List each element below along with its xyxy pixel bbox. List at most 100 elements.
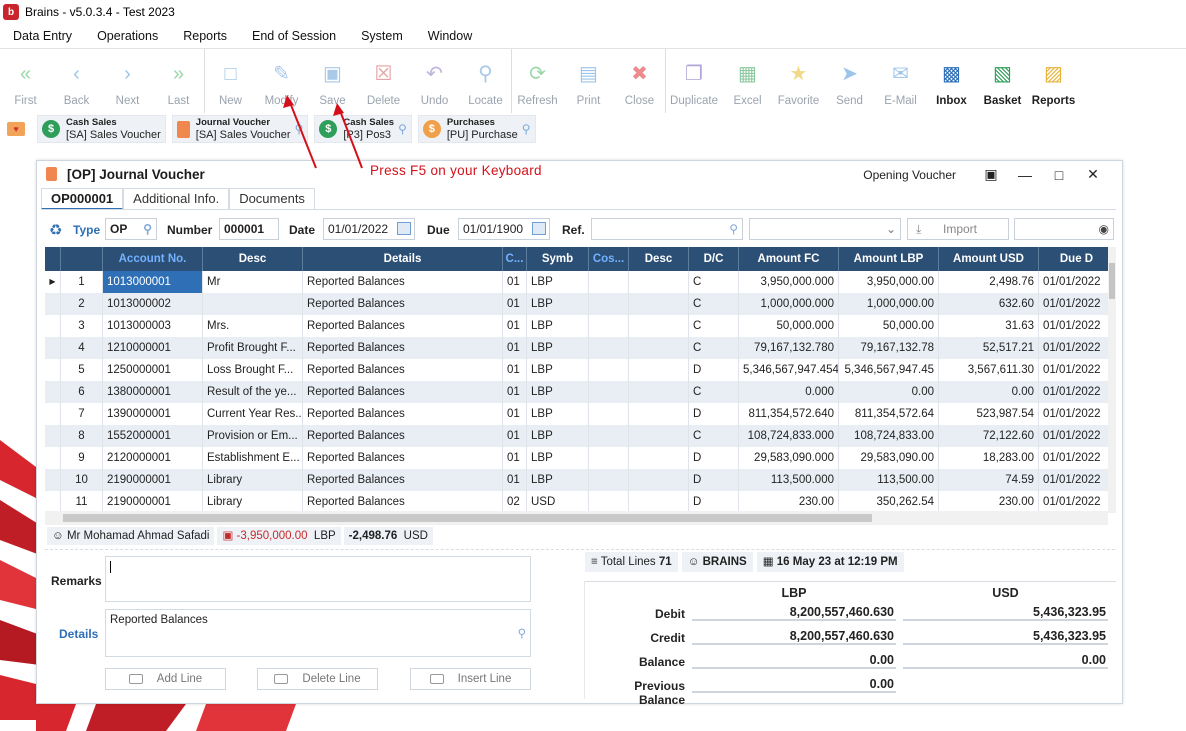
cell-symbol[interactable]: USD <box>527 491 589 513</box>
cell-cost-center[interactable] <box>589 359 629 381</box>
insert-line-button[interactable]: Insert Line <box>410 668 531 690</box>
cell-desc-2[interactable] <box>629 469 689 491</box>
cell-debit-credit[interactable]: C <box>689 293 739 315</box>
cell-currency-code[interactable]: 02 <box>503 491 527 513</box>
next-button[interactable]: › Next <box>102 63 153 113</box>
search-icon[interactable]: ⚲ <box>295 122 304 136</box>
cell-desc-2[interactable] <box>629 381 689 403</box>
cell-amount-usd[interactable]: 72,122.60 <box>939 425 1039 447</box>
cell-due-date[interactable]: 01/01/2022 <box>1039 381 1115 403</box>
cell-desc-2[interactable] <box>629 359 689 381</box>
cell-row-number[interactable]: 2 <box>61 293 103 315</box>
extra-search-field[interactable]: ◉ <box>1014 218 1114 240</box>
cell-row-number[interactable]: 8 <box>61 425 103 447</box>
maximize-icon[interactable]: □ <box>1042 167 1076 183</box>
cell-row-number[interactable]: 4 <box>61 337 103 359</box>
menu-window[interactable]: Window <box>415 29 484 43</box>
cell-debit-credit[interactable]: C <box>689 381 739 403</box>
cell-amount-usd[interactable]: 632.60 <box>939 293 1039 315</box>
shortcut-cash-sales-sa[interactable]: $ Cash Sales [SA] Sales Voucher <box>37 115 166 143</box>
menu-end-of-session[interactable]: End of Session <box>239 29 348 43</box>
email-button[interactable]: ✉ E-Mail <box>875 63 926 113</box>
due-field[interactable]: 01/01/1900 <box>458 218 550 240</box>
cell-desc-2[interactable] <box>629 293 689 315</box>
cell-desc[interactable]: Establishment E... <box>203 447 303 469</box>
table-row[interactable]: 7 1390000001 Current Year Res... Reported B… <box>45 403 1115 425</box>
cell-amount-lbp[interactable]: 350,262.54 <box>839 491 939 513</box>
cell-row-number[interactable]: 7 <box>61 403 103 425</box>
last-button[interactable]: » Last <box>153 63 204 113</box>
cell-amount-fc[interactable]: 230.00 <box>739 491 839 513</box>
inbox-button[interactable]: ▩ Inbox <box>926 63 977 113</box>
cell-amount-usd[interactable]: 52,517.21 <box>939 337 1039 359</box>
tab-op000001[interactable]: OP000001 <box>41 188 124 210</box>
cell-row-number[interactable]: 5 <box>61 359 103 381</box>
new-button[interactable]: □ New <box>205 63 256 113</box>
cell-desc[interactable]: Result of the ye... <box>203 381 303 403</box>
search-icon[interactable]: ⚲ <box>398 122 407 136</box>
details-field[interactable]: Reported Balances ⚲ <box>105 609 531 657</box>
column-header-cost-center[interactable]: Cos... <box>589 247 629 271</box>
cell-cost-center[interactable] <box>589 425 629 447</box>
table-row[interactable]: 11 2190000001 Library Reported Balances 02 US… <box>45 491 1115 513</box>
menu-system[interactable]: System <box>348 29 415 43</box>
cell-details[interactable]: Reported Balances <box>303 425 503 447</box>
cell-desc[interactable]: Current Year Res... <box>203 403 303 425</box>
menu-operations[interactable]: Operations <box>84 29 170 43</box>
search-icon[interactable]: ⚲ <box>522 122 531 136</box>
cell-desc[interactable]: Library <box>203 491 303 513</box>
column-header-amount-fc[interactable]: Amount FC <box>739 247 839 271</box>
ref-dropdown[interactable]: ⌄ <box>749 218 901 240</box>
cell-desc-2[interactable] <box>629 447 689 469</box>
cell-desc-2[interactable] <box>629 403 689 425</box>
table-row[interactable]: 10 2190000001 Library Reported Balances 01 LB… <box>45 469 1115 491</box>
cell-amount-fc[interactable]: 29,583,090.000 <box>739 447 839 469</box>
cell-symbol[interactable]: LBP <box>527 469 589 491</box>
cell-details[interactable]: Reported Balances <box>303 469 503 491</box>
cell-due-date[interactable]: 01/01/2022 <box>1039 425 1115 447</box>
cell-symbol[interactable]: LBP <box>527 403 589 425</box>
grid-vertical-scrollbar[interactable] <box>1108 247 1116 513</box>
cell-amount-fc[interactable]: 811,354,572.640 <box>739 403 839 425</box>
cell-desc[interactable]: Profit Brought F... <box>203 337 303 359</box>
cell-desc[interactable]: Library <box>203 469 303 491</box>
cell-symbol[interactable]: LBP <box>527 315 589 337</box>
cell-amount-usd[interactable]: 3,567,611.30 <box>939 359 1039 381</box>
cell-symbol[interactable]: LBP <box>527 381 589 403</box>
cell-debit-credit[interactable]: C <box>689 315 739 337</box>
cell-details[interactable]: Reported Balances <box>303 491 503 513</box>
column-header-details[interactable]: Details <box>303 247 503 271</box>
table-row[interactable]: 3 1013000003 Mrs. Reported Balances 01 LBP C 50… <box>45 315 1115 337</box>
cell-amount-fc[interactable]: 1,000,000.000 <box>739 293 839 315</box>
cell-account-no[interactable]: 2190000001 <box>103 491 203 513</box>
cell-currency-code[interactable]: 01 <box>503 315 527 337</box>
cell-amount-fc[interactable]: 0.000 <box>739 381 839 403</box>
cell-amount-lbp[interactable]: 79,167,132.78 <box>839 337 939 359</box>
cell-amount-usd[interactable]: 0.00 <box>939 381 1039 403</box>
cell-cost-center[interactable] <box>589 271 629 293</box>
cell-amount-lbp[interactable]: 5,346,567,947.45 <box>839 359 939 381</box>
reports-button[interactable]: ▨ Reports <box>1028 63 1079 113</box>
table-row[interactable]: 9 2120000001 Establishment E... Reported Ba… <box>45 447 1115 469</box>
cell-details[interactable]: Reported Balances <box>303 447 503 469</box>
cell-row-number[interactable]: 1 <box>61 271 103 293</box>
cell-desc[interactable]: Mrs. <box>203 315 303 337</box>
cell-debit-credit[interactable]: C <box>689 271 739 293</box>
cell-cost-center[interactable] <box>589 447 629 469</box>
cell-amount-usd[interactable]: 31.63 <box>939 315 1039 337</box>
back-button[interactable]: ‹ Back <box>51 63 102 113</box>
cell-debit-credit[interactable]: D <box>689 469 739 491</box>
cell-details[interactable]: Reported Balances <box>303 337 503 359</box>
delete-line-button[interactable]: Delete Line <box>257 668 378 690</box>
cell-cost-center[interactable] <box>589 469 629 491</box>
cell-amount-lbp[interactable]: 29,583,090.00 <box>839 447 939 469</box>
cell-amount-lbp[interactable]: 50,000.00 <box>839 315 939 337</box>
column-header-currency-code[interactable]: C... <box>503 247 527 271</box>
cell-account-no[interactable]: 1013000001 <box>103 271 203 293</box>
cell-account-no[interactable]: 1210000001 <box>103 337 203 359</box>
cell-debit-credit[interactable]: C <box>689 425 739 447</box>
cell-desc-2[interactable] <box>629 491 689 513</box>
cell-amount-lbp[interactable]: 108,724,833.00 <box>839 425 939 447</box>
cell-details[interactable]: Reported Balances <box>303 315 503 337</box>
cell-desc-2[interactable] <box>629 271 689 293</box>
